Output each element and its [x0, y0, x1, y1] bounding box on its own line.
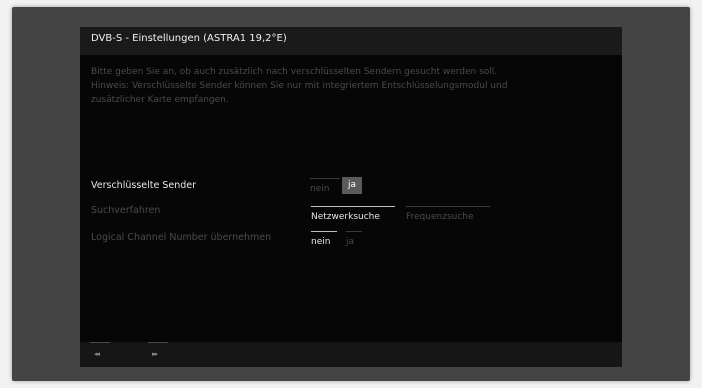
encrypted-option-ja[interactable]: ja	[342, 177, 363, 194]
info-text: Bitte geben Sie an, ob auch zusätzlich n…	[91, 65, 601, 107]
info-line: Bitte geben Sie an, ob auch zusätzlich n…	[91, 67, 498, 77]
bottom-nav-bar: ◂◂ ▸▸	[80, 342, 622, 367]
option-label: Frequenzsuche	[406, 212, 474, 222]
rewind-button[interactable]: ◂◂	[90, 342, 110, 367]
option-underline	[311, 231, 337, 232]
search-method-option-netzwerksuche[interactable]: Netzwerksuche	[311, 203, 395, 222]
fast-forward-button[interactable]: ▸▸	[148, 342, 168, 367]
option-label: ja	[346, 237, 355, 247]
search-method-label: Suchverfahren	[91, 205, 161, 216]
option-underline	[310, 178, 340, 179]
nav-button-line	[148, 342, 168, 343]
option-label: Netzwerksuche	[311, 212, 380, 222]
option-label: ja	[348, 180, 357, 190]
settings-screen: DVB-S - Einstellungen (ASTRA1 19,2°E) Bi…	[80, 27, 622, 367]
option-label: nein	[310, 184, 330, 194]
lcn-option-nein[interactable]: nein	[311, 228, 337, 247]
search-method-option-frequenzsuche[interactable]: Frequenzsuche	[406, 203, 490, 222]
lcn-option-ja[interactable]: ja	[346, 228, 362, 247]
rewind-icon: ◂◂	[94, 350, 100, 358]
page-title: DVB-S - Einstellungen (ASTRA1 19,2°E)	[91, 33, 287, 44]
info-line: zusätzlicher Karte empfangen.	[91, 95, 229, 105]
option-underline	[406, 206, 490, 207]
encrypted-channels-label: Verschlüsselte Sender	[91, 180, 197, 191]
nav-button-line	[90, 342, 110, 343]
info-line: Hinweis: Verschlüsselte Sender können Si…	[91, 81, 508, 91]
option-underline	[311, 206, 395, 207]
fast-forward-icon: ▸▸	[152, 350, 158, 358]
title-bar: DVB-S - Einstellungen (ASTRA1 19,2°E)	[80, 27, 622, 55]
option-underline	[346, 231, 362, 232]
option-label: nein	[311, 237, 331, 247]
lcn-label: Logical Channel Number übernehmen	[91, 232, 272, 243]
encrypted-option-nein[interactable]: nein	[310, 175, 340, 194]
